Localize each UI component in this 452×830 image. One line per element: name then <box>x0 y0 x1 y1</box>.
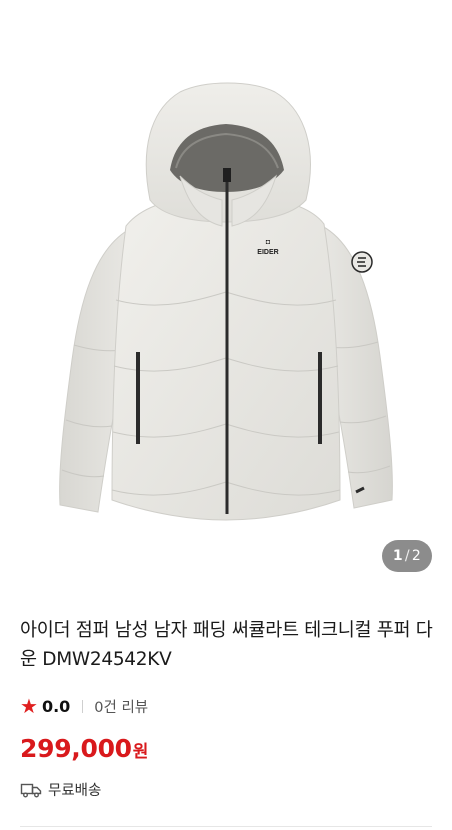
rating-row[interactable]: ★ 0.0 0건 리뷰 <box>20 694 148 718</box>
shipping-label: 무료배송 <box>48 783 102 799</box>
shipping-info: 무료배송 <box>20 779 101 800</box>
pager-separator: / <box>404 548 410 564</box>
pager-total: 2 <box>411 548 422 564</box>
section-divider <box>20 826 432 827</box>
star-icon: ★ <box>20 694 38 718</box>
price-row: 299,000 원 <box>20 734 148 763</box>
pager-current: 1 <box>392 548 403 564</box>
truck-icon <box>20 783 42 797</box>
jacket-illustration: ◘ EIDER <box>59 82 393 521</box>
product-image[interactable]: ◘ EIDER 1 / 2 <box>0 0 452 588</box>
price-amount: 299,000 <box>20 734 132 763</box>
rating-value: 0.0 <box>41 696 71 716</box>
review-count-link[interactable]: 0건 리뷰 <box>94 696 148 717</box>
price-currency: 원 <box>132 742 149 762</box>
image-pager-badge: 1 / 2 <box>382 540 432 572</box>
product-detail-page: ◘ EIDER 1 / 2 아이더 점퍼 남성 남자 패딩 써큘라트 테크니컬 … <box>0 0 452 830</box>
product-title: 아이더 점퍼 남성 남자 패딩 써큘라트 테크니컬 푸퍼 다운 DMW24542… <box>20 620 433 670</box>
rating-divider <box>82 699 84 713</box>
svg-text:EIDER: EIDER <box>257 249 278 256</box>
svg-text:◘: ◘ <box>266 239 270 246</box>
